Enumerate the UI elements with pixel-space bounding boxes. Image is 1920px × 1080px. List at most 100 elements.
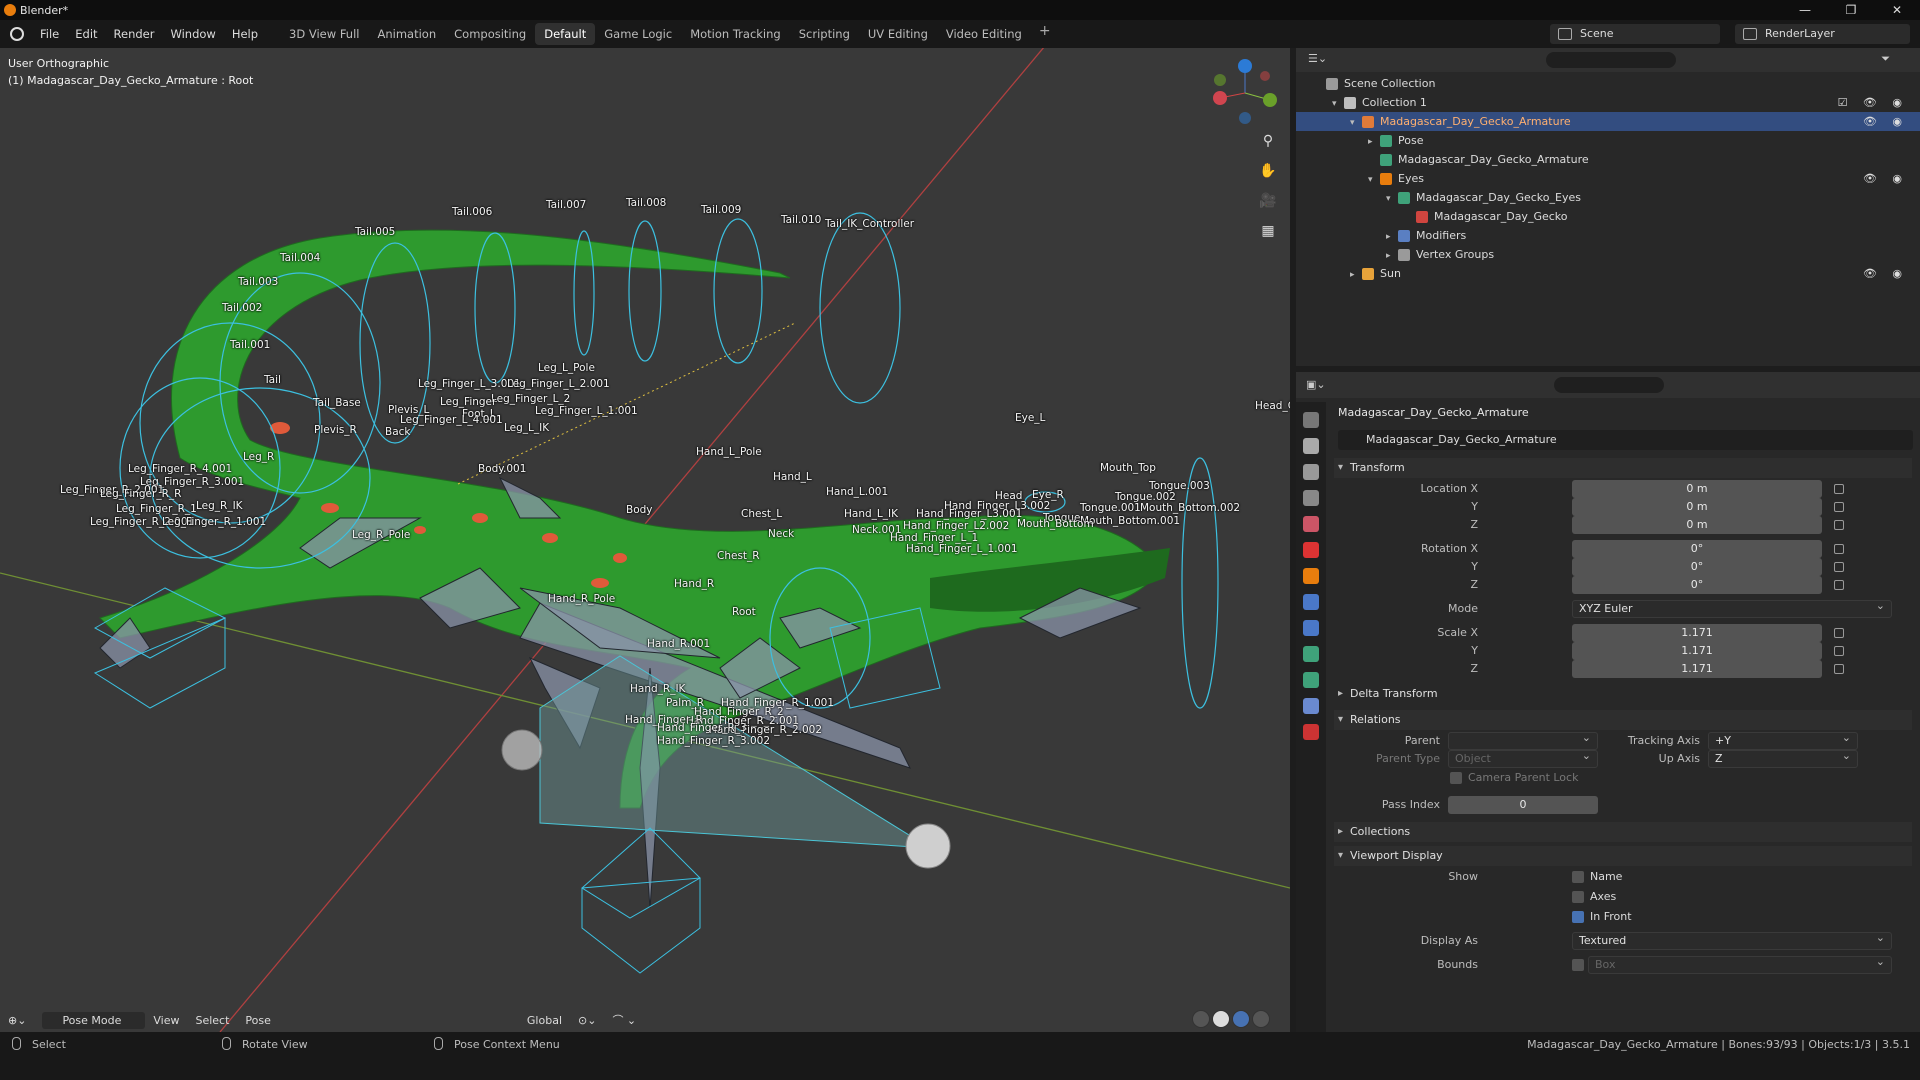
visibility-toggles[interactable]: ☑ 👁 ◉ [1838,93,1908,112]
navigation-gizmo[interactable] [1210,58,1280,128]
outliner-row[interactable]: ▸ Sun 👁 ◉ [1296,264,1920,283]
scale-z-field[interactable]: 1.171 [1572,660,1822,678]
outliner-row[interactable]: ▸ Vertex Groups [1296,245,1920,264]
close-button[interactable]: ✕ [1874,0,1920,20]
menu-render[interactable]: Render [106,27,163,41]
scale-x-field[interactable]: 1.171 [1572,624,1822,642]
pivot-icon[interactable]: ⊙⌄ [570,1014,604,1027]
orientation-selector[interactable]: Global [519,1014,570,1027]
camera-parent-lock-checkbox[interactable] [1450,772,1462,784]
tab-compositing[interactable]: Compositing [445,23,535,45]
tab-3d-view-full[interactable]: 3D View Full [280,23,368,45]
scale-y-field[interactable]: 1.171 [1572,642,1822,660]
up-axis-dropdown[interactable]: Z [1708,748,1858,768]
world-tab-icon[interactable] [1303,542,1319,558]
transform-panel-header[interactable]: Transform [1334,458,1912,478]
location-z-field[interactable]: 0 m [1572,516,1822,534]
properties-search-input[interactable] [1554,377,1664,393]
tab-uv-editing[interactable]: UV Editing [859,23,937,45]
camera-icon[interactable]: 🎥 [1256,190,1280,212]
maximize-button[interactable]: ❐ [1828,0,1874,20]
bounds-dropdown[interactable]: Box [1588,954,1892,974]
mode-selector[interactable]: Pose Mode [42,1011,146,1029]
wireframe-shading-icon[interactable] [1192,1010,1210,1028]
menu-window[interactable]: Window [162,27,223,41]
minimize-button[interactable]: — [1782,0,1828,20]
zoom-icon[interactable]: ⚲ [1256,130,1280,152]
armature-data-tab-icon[interactable] [1303,672,1319,688]
grid-icon[interactable]: ▦ [1256,220,1280,242]
material-shading-icon[interactable] [1232,1010,1250,1028]
rotation-x-field[interactable]: 0° [1572,540,1822,558]
lock-scale-x-icon[interactable] [1834,628,1844,638]
object-tab-icon[interactable] [1303,568,1319,584]
scene-selector[interactable]: Scene [1550,24,1720,44]
lock-scale-y-icon[interactable] [1834,646,1844,656]
pass-index-field[interactable]: 0 [1448,796,1598,814]
outliner-row[interactable]: Scene Collection [1296,74,1920,93]
outliner-row[interactable]: ▾ Madagascar_Day_Gecko_Armature 👁 ◉ [1296,112,1920,131]
lock-location-x-icon[interactable] [1834,484,1844,494]
rendered-shading-icon[interactable] [1252,1010,1270,1028]
filter-icon[interactable]: ⏷ [1881,52,1890,66]
tracking-axis-dropdown[interactable]: +Y [1708,730,1858,750]
menu-help[interactable]: Help [224,27,266,41]
location-y-field[interactable]: 0 m [1572,498,1822,516]
rotation-mode-dropdown[interactable]: XYZ Euler [1572,598,1892,618]
outliner-row[interactable]: ▾ Madagascar_Day_Gecko_Eyes [1296,188,1920,207]
relations-panel-header[interactable]: Relations [1334,710,1912,730]
snap-icon[interactable]: ⌒ ⌄ [604,1012,644,1028]
display-as-dropdown[interactable]: Textured [1572,930,1892,950]
solid-shading-icon[interactable] [1212,1010,1230,1028]
lock-scale-z-icon[interactable] [1834,664,1844,674]
object-name-field[interactable]: Madagascar_Day_Gecko_Armature [1338,430,1913,450]
in-front-checkbox[interactable] [1572,911,1584,923]
parent-type-dropdown[interactable]: Object [1448,748,1598,768]
visibility-toggles[interactable]: 👁 ◉ [1863,169,1908,188]
blender-menu-icon[interactable] [10,27,24,41]
viewport-display-panel-header[interactable]: Viewport Display [1334,846,1912,866]
outliner-row[interactable]: Madagascar_Day_Gecko_Armature [1296,150,1920,169]
texture-tab-icon[interactable] [1303,724,1319,740]
menu-pose[interactable]: Pose [237,1014,278,1027]
parent-field[interactable] [1448,730,1598,750]
lock-rotation-z-icon[interactable] [1834,580,1844,590]
add-workspace-button[interactable]: + [1031,23,1059,45]
outliner-row[interactable]: ▸ Pose [1296,131,1920,150]
outliner-row[interactable]: Madagascar_Day_Gecko [1296,207,1920,226]
3d-viewport[interactable]: User Orthographic (1) Madagascar_Day_Gec… [0,48,1290,1032]
outliner-search-input[interactable] [1546,52,1676,68]
lock-location-z-icon[interactable] [1834,520,1844,530]
tab-animation[interactable]: Animation [368,23,445,45]
tab-motion-tracking[interactable]: Motion Tracking [681,23,790,45]
show-name-checkbox[interactable] [1572,871,1584,883]
output-tab-icon[interactable] [1303,464,1319,480]
editor-type-icon[interactable]: ⊕⌄ [0,1014,34,1027]
menu-view[interactable]: View [145,1014,187,1027]
visibility-toggles[interactable]: 👁 ◉ [1863,112,1908,131]
tab-default[interactable]: Default [535,23,596,45]
display-mode-icon[interactable]: ☰⌄ [1308,52,1327,65]
location-x-field[interactable]: 0 m [1572,480,1822,498]
outliner-row[interactable]: ▾ Eyes 👁 ◉ [1296,169,1920,188]
lock-rotation-x-icon[interactable] [1834,544,1844,554]
expand-arrow-icon[interactable]: ▸ [1350,266,1362,285]
bounds-checkbox[interactable] [1572,959,1584,971]
menu-edit[interactable]: Edit [67,27,105,41]
lock-rotation-y-icon[interactable] [1834,562,1844,572]
view-layer-tab-icon[interactable] [1303,490,1319,506]
constraints-tab-icon[interactable] [1303,646,1319,662]
menu-select[interactable]: Select [187,1014,237,1027]
properties-editor-icon[interactable]: ▣⌄ [1306,378,1326,391]
collections-panel-header[interactable]: Collections [1334,822,1912,842]
rotation-z-field[interactable]: 0° [1572,576,1822,594]
visibility-toggles[interactable]: 👁 ◉ [1863,264,1908,283]
physics-tab-icon[interactable] [1303,620,1319,636]
modifier-tab-icon[interactable] [1303,594,1319,610]
show-axes-checkbox[interactable] [1572,891,1584,903]
pan-hand-icon[interactable]: ✋ [1256,160,1280,182]
view-layer-selector[interactable]: RenderLayer [1735,24,1910,44]
outliner-row[interactable]: ▸ Modifiers [1296,226,1920,245]
bone-tab-icon[interactable] [1303,698,1319,714]
scene-tab-icon[interactable] [1303,516,1319,532]
